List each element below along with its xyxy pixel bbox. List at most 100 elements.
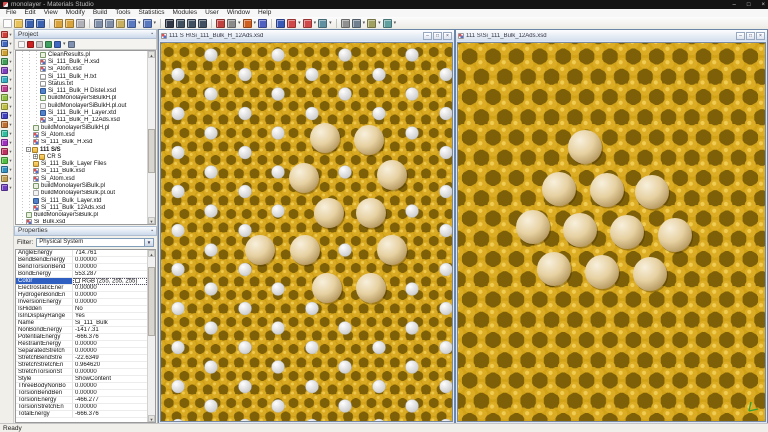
property-row[interactable]: IsHidden No [16, 305, 147, 313]
menu-statistics[interactable]: Statistics [134, 9, 168, 17]
scroll-thumb[interactable] [148, 128, 155, 174]
sketch-options-dropdown-icon[interactable]: ▾ [238, 19, 241, 28]
property-row[interactable]: RestraintEnergy 0.00000 [16, 340, 147, 348]
property-row[interactable]: StretchStretchEn 0.964620 [16, 361, 147, 369]
menu-modify[interactable]: Modify [62, 9, 89, 17]
tree-item[interactable]: Si_111_Bulk_H.txt [16, 73, 147, 80]
redo-dropdown-icon[interactable]: ▾ [154, 19, 157, 28]
save-icon[interactable] [25, 18, 34, 28]
menu-tools[interactable]: Tools [111, 9, 134, 17]
panel-pin-icon[interactable]: ▪ [151, 31, 153, 37]
tree-item[interactable]: + CR S [16, 153, 147, 160]
property-row[interactable]: ThreeBodyNonBo 0.00000 [16, 382, 147, 390]
cut-icon[interactable] [94, 18, 103, 28]
selection-arrow-icon[interactable] [165, 18, 175, 28]
filter-select[interactable]: Physical System ▼ [36, 237, 154, 247]
module-polymorph-icon[interactable]: ▾ [1, 121, 12, 128]
restore-icon[interactable]: □ [746, 31, 755, 40]
menu-file[interactable]: File [2, 9, 20, 17]
property-row[interactable]: Color RGB (255, 255, 255) [16, 277, 147, 285]
tree-item[interactable]: Si_Atom.xsd [16, 175, 147, 182]
property-value[interactable]: -666.376 [73, 334, 147, 341]
property-value[interactable]: 0.00000 [73, 299, 147, 306]
symmetry-dropdown-icon[interactable]: ▾ [329, 19, 332, 28]
property-row[interactable]: TorsionEnergy -466.277 [16, 396, 147, 404]
tree-item[interactable]: - 111 S/S [16, 146, 147, 153]
rotate-icon[interactable] [198, 18, 208, 28]
tree-item[interactable]: buildMonolayerSiBulkH.pl [16, 95, 147, 102]
chevron-down-icon[interactable]: ▼ [144, 238, 153, 246]
property-row[interactable]: ElectrostaticEner 0.00000 [16, 284, 147, 292]
structure-3d-view[interactable] [160, 42, 453, 422]
property-value[interactable]: 0.00000 [73, 348, 147, 355]
property-row[interactable]: TotalEnergy -666.376 [16, 410, 147, 418]
close-icon[interactable]: × [761, 2, 765, 8]
close-icon[interactable]: × [756, 31, 765, 40]
translate-icon[interactable] [176, 18, 186, 28]
lighting-dropdown-icon[interactable]: ▾ [378, 19, 381, 28]
property-value[interactable]: ShowContent [73, 376, 147, 383]
tree-item[interactable]: Si_Atom.xsd [16, 66, 147, 73]
tree-item[interactable]: Si_111_Bulk_Layer Files [16, 160, 147, 168]
module-gulp-icon[interactable]: ▾ [1, 94, 12, 101]
module-forcite-icon[interactable]: ▾ [1, 85, 12, 92]
tree-item[interactable]: Si_Atom.xsd [16, 131, 147, 138]
module-synthia-icon[interactable]: ▾ [1, 148, 12, 155]
tree-item[interactable]: Si_111_Bulk_H.xsd [16, 58, 147, 65]
scroll-up-icon[interactable]: ▲ [148, 51, 155, 58]
property-value[interactable]: -22.6349 [73, 355, 147, 362]
property-value[interactable]: 0.00000 [73, 264, 147, 271]
property-row[interactable]: SeparatedStretch 0.00000 [16, 347, 147, 355]
property-row[interactable]: IsInDisplayRange Yes [16, 312, 147, 320]
open-project-icon[interactable] [14, 18, 23, 28]
display-style-dropdown-icon[interactable]: ▾ [394, 19, 397, 28]
recenter-icon[interactable] [340, 18, 350, 28]
property-value[interactable]: 0.00000 [73, 369, 147, 376]
new-document-icon[interactable] [3, 18, 12, 28]
sketch-options-icon[interactable] [227, 18, 237, 28]
property-row[interactable]: BendBendEnergy 0.00000 [16, 256, 147, 264]
property-value[interactable]: No [73, 306, 147, 313]
property-value[interactable]: -1417.31 [73, 327, 147, 334]
tree-item[interactable]: Si_111_Bulk_Layer.xtd [16, 197, 147, 204]
symmetry-icon[interactable] [318, 18, 328, 28]
scroll-up-icon[interactable]: ▲ [148, 249, 155, 257]
tree-item[interactable]: buildMonolayerSiBulkH.pl.out [16, 102, 147, 109]
document-title-bar[interactable]: 111 S\Si_111_Bulk_12Ads.xsd – □ × [456, 30, 767, 41]
minimize-icon[interactable]: – [423, 31, 432, 40]
import-icon[interactable] [54, 18, 63, 28]
property-row[interactable]: Name Si_111_Bulk [16, 319, 147, 327]
property-row[interactable]: NonBondEnergy -1417.31 [16, 326, 147, 334]
property-value[interactable]: -666.376 [73, 411, 147, 418]
tree-item[interactable]: Si_111_Bulk_H.xsd [16, 139, 147, 146]
module-mesocite-icon[interactable]: ▾ [1, 103, 12, 110]
property-row[interactable]: BendTorsionBend 0.00000 [16, 263, 147, 271]
menu-view[interactable]: View [40, 9, 62, 17]
preview-icon[interactable] [67, 40, 75, 48]
tree-item[interactable]: buildMonolayerSiBulk.pl.out [16, 190, 147, 197]
properties-scrollbar[interactable]: ▲ ▼ [147, 249, 155, 422]
scroll-down-icon[interactable]: ▼ [148, 216, 155, 224]
document-title-bar[interactable]: 111 S H\Si_111_Bulk_H_12Ads.xsd – □ × [159, 30, 454, 41]
module-compass-icon[interactable]: ▾ [1, 175, 12, 182]
module-morphology-icon[interactable]: ▾ [1, 112, 12, 119]
module-castep-icon[interactable]: ▾ [1, 49, 12, 56]
zoom-icon[interactable] [187, 18, 197, 28]
module-discover-icon[interactable]: ▾ [1, 67, 12, 74]
panel-pin-icon[interactable]: ▪ [151, 228, 153, 234]
undo-icon[interactable] [127, 18, 136, 28]
module-onetep-icon[interactable]: ▾ [1, 184, 12, 191]
property-row[interactable]: AngleEnergy 714.761 [16, 249, 147, 257]
module-amorphous-cell-icon[interactable]: ▾ [1, 40, 12, 47]
module-dmol3-icon[interactable]: ▾ [1, 76, 12, 83]
property-row[interactable]: StretchBendStre -22.6349 [16, 354, 147, 362]
tree-item[interactable]: buildMonolayerSiBulkH.pl [16, 124, 147, 131]
element-palette-icon[interactable] [242, 18, 252, 28]
export-icon[interactable] [65, 18, 74, 28]
tree-item[interactable]: Si_Bulk.xsd [16, 219, 147, 224]
bond-calculation-dropdown-icon[interactable]: ▾ [314, 19, 317, 28]
tree-item[interactable]: Si_111_Bulk_H Distel.xsd [16, 87, 147, 95]
sketch-atom-icon[interactable] [216, 18, 226, 28]
property-value[interactable]: 0.00000 [73, 292, 147, 299]
maximize-icon[interactable]: □ [747, 2, 751, 8]
